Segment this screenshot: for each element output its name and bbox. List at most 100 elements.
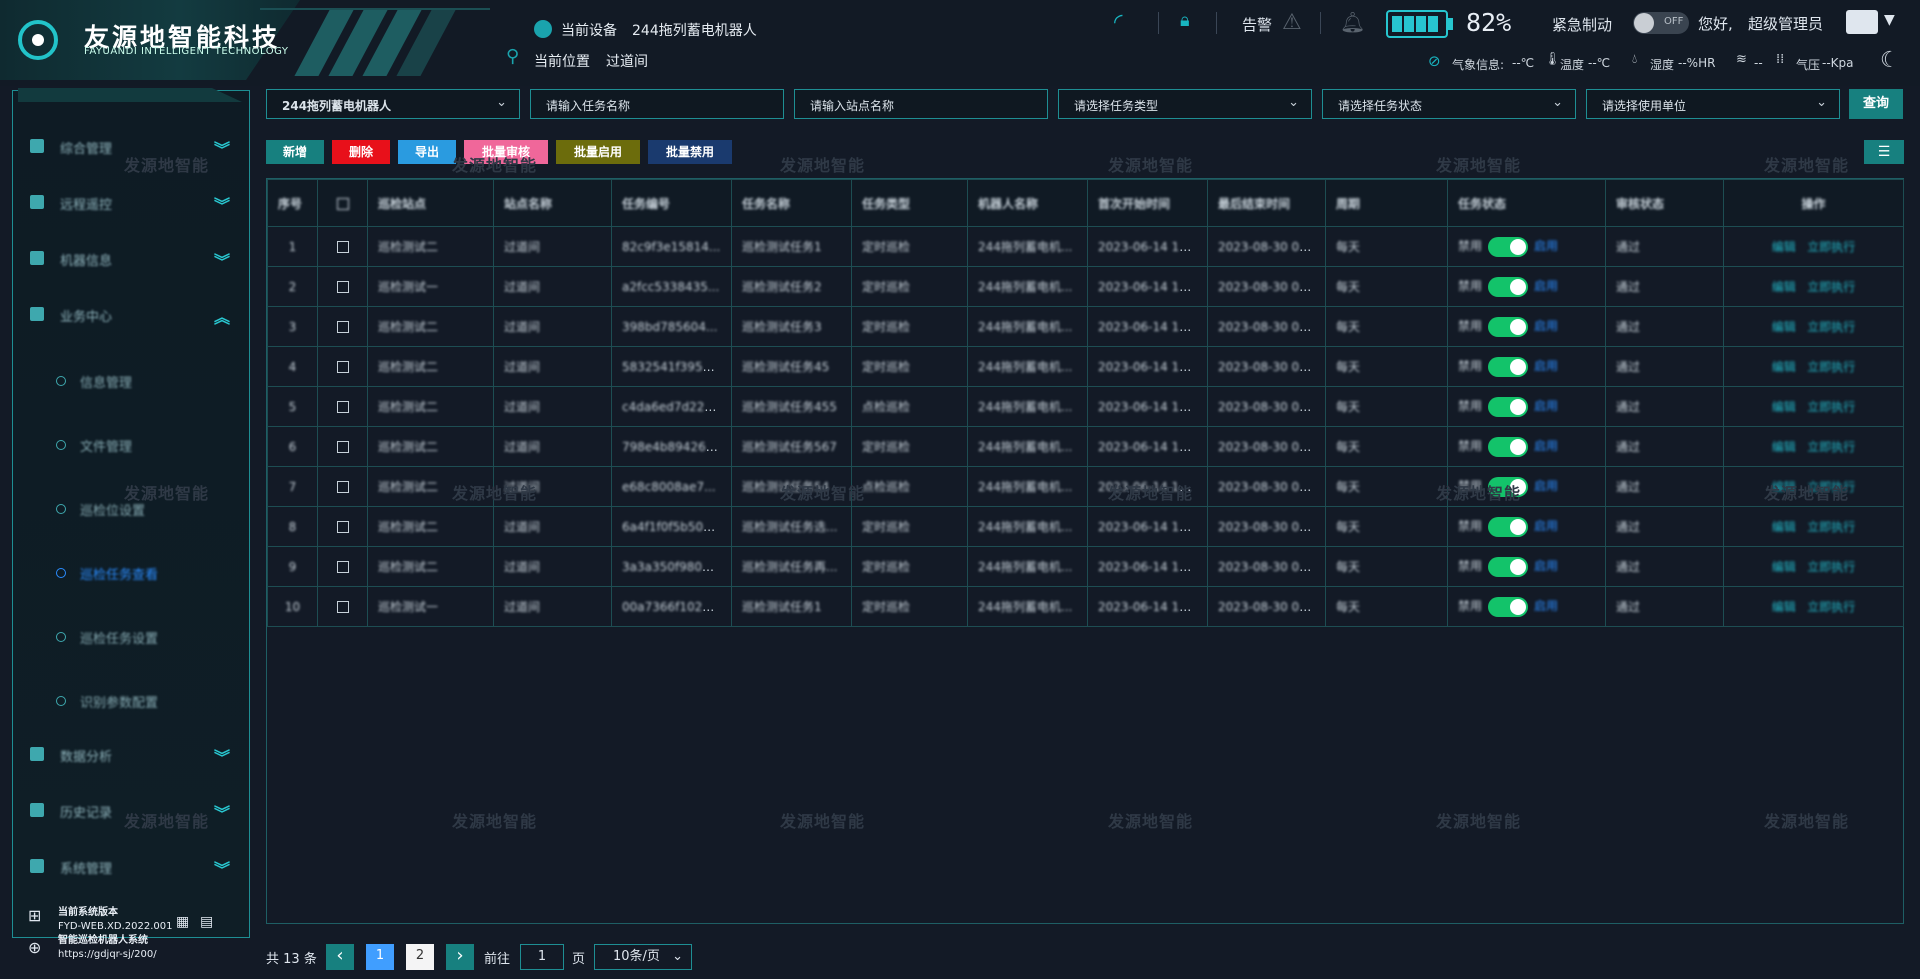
user-card-icon[interactable]: [1846, 10, 1878, 34]
goto-page-input[interactable]: 1: [520, 944, 564, 970]
page-size-select[interactable]: 10条/页 ⌄: [594, 944, 692, 970]
enable-label: 启用: [1534, 559, 1559, 573]
grid-view-icon[interactable]: ▦: [176, 914, 189, 930]
site-name-input[interactable]: 请输入站点名称: [794, 89, 1048, 119]
status-switch[interactable]: [1488, 396, 1529, 417]
run-now-link[interactable]: 立即执行: [1807, 440, 1855, 454]
row-checkbox[interactable]: [317, 346, 368, 387]
select-all-checkbox[interactable]: [317, 179, 368, 227]
row-checkbox[interactable]: [317, 226, 368, 267]
status-switch[interactable]: [1488, 436, 1529, 457]
enable-label: 启用: [1534, 319, 1559, 333]
edit-link[interactable]: 编辑: [1772, 600, 1796, 614]
export-button[interactable]: 导出: [398, 140, 456, 164]
row-checkbox[interactable]: [317, 266, 368, 307]
list-icon[interactable]: ☰: [1864, 140, 1904, 164]
row-checkbox[interactable]: [317, 466, 368, 507]
bullet-icon: [56, 440, 66, 450]
sidebar-subitem[interactable]: 巡检任务设置: [56, 626, 236, 648]
edit-link[interactable]: 编辑: [1772, 360, 1796, 374]
system-url[interactable]: https://gdjqr-sj/200/: [58, 948, 172, 962]
next-page-button[interactable]: ›: [446, 944, 474, 970]
row-checkbox[interactable]: [317, 586, 368, 627]
run-now-link[interactable]: 立即执行: [1807, 240, 1855, 254]
status-switch[interactable]: [1488, 596, 1529, 617]
chevron-down-icon[interactable]: ▼: [1884, 12, 1895, 28]
row-checkbox[interactable]: [317, 546, 368, 587]
row-checkbox[interactable]: [317, 386, 368, 427]
edit-link[interactable]: 编辑: [1772, 240, 1796, 254]
disable-label: 禁用: [1458, 439, 1483, 453]
sidebar-subitem[interactable]: 文件管理: [56, 434, 236, 456]
edit-link[interactable]: 编辑: [1772, 520, 1796, 534]
row-checkbox[interactable]: [317, 426, 368, 467]
task-type-select[interactable]: 请选择任务类型 ⌄: [1058, 89, 1312, 119]
status-switch[interactable]: [1488, 516, 1529, 537]
task-status-select[interactable]: 请选择任务状态 ⌄: [1322, 89, 1576, 119]
run-now-link[interactable]: 立即执行: [1807, 520, 1855, 534]
status-switch[interactable]: [1488, 316, 1529, 337]
chevron-down-icon: ︾: [213, 804, 230, 823]
cell-actions: 编辑 立即执行: [1723, 306, 1904, 347]
edit-link[interactable]: 编辑: [1772, 320, 1796, 334]
logo-subtitle: FAYUANDI INTELLIGENT TECHNOLOGY: [84, 46, 289, 57]
warning-icon[interactable]: ⚠: [1282, 10, 1302, 35]
company-logo-icon: [18, 20, 58, 60]
batch-disable-button[interactable]: 批量禁用: [648, 140, 732, 164]
edit-link[interactable]: 编辑: [1772, 440, 1796, 454]
run-now-link[interactable]: 立即执行: [1807, 400, 1855, 414]
sidebar-item-system[interactable]: 系统管理 ︾: [30, 856, 230, 879]
sidebar-subitem-active[interactable]: 巡检任务查看: [56, 562, 236, 584]
watermark-text: 发源地智能: [124, 156, 210, 175]
run-now-link[interactable]: 立即执行: [1807, 560, 1855, 574]
version-value: FYD-WEB.XD.2022.001: [58, 921, 173, 932]
watermark-text: 发源地智能: [780, 156, 866, 175]
batch-enable-button[interactable]: 批量启用: [556, 140, 640, 164]
bell-icon[interactable]: 🔔︎: [1340, 10, 1365, 34]
sidebar-item-data-analysis[interactable]: 数据分析 ︾: [30, 744, 230, 767]
row-checkbox[interactable]: [317, 506, 368, 547]
edit-link[interactable]: 编辑: [1772, 560, 1796, 574]
row-checkbox[interactable]: [317, 306, 368, 347]
cell-actions: 编辑 立即执行: [1723, 226, 1904, 267]
cell-type: 定时巡检: [851, 546, 968, 587]
document-icon[interactable]: ▤: [200, 914, 213, 930]
prev-page-button[interactable]: ‹: [326, 944, 354, 970]
page-button[interactable]: 2: [406, 944, 434, 970]
status-switch[interactable]: [1488, 356, 1529, 377]
unit-select[interactable]: 请选择使用单位 ⌄: [1586, 89, 1840, 119]
sidebar-item-business-center[interactable]: 业务中心 ︽: [30, 304, 230, 327]
status-switch[interactable]: [1488, 556, 1529, 577]
cell-code: 82c9f3e15814...: [611, 226, 732, 267]
moon-icon[interactable]: ☾: [1880, 48, 1900, 73]
robot-select[interactable]: 244拖列蓄电机器人 ⌄: [266, 89, 520, 119]
cell-code: 398bd785604...: [611, 306, 732, 347]
sidebar-item-label: 历史记录: [60, 806, 113, 821]
run-now-link[interactable]: 立即执行: [1807, 600, 1855, 614]
chevron-down-icon: ⌄: [1288, 95, 1299, 110]
total-suffix: 条: [303, 952, 317, 967]
run-now-link[interactable]: 立即执行: [1807, 320, 1855, 334]
query-button[interactable]: 查询: [1849, 89, 1903, 119]
edit-link[interactable]: 编辑: [1772, 400, 1796, 414]
battery-cell: [1428, 16, 1438, 32]
sidebar-item-remote-control[interactable]: 远程遥控 ︾: [30, 192, 230, 215]
run-now-link[interactable]: 立即执行: [1807, 280, 1855, 294]
cell-actions: 编辑 立即执行: [1723, 506, 1904, 547]
add-button[interactable]: 新增: [266, 140, 324, 164]
delete-button[interactable]: 删除: [332, 140, 390, 164]
page-button-active[interactable]: 1: [366, 944, 394, 970]
row-number: 9: [267, 546, 318, 587]
sidebar-subitem-label: 巡检任务设置: [80, 632, 159, 647]
status-switch[interactable]: [1488, 236, 1529, 257]
sidebar-subitem[interactable]: 识别参数配置: [56, 690, 236, 712]
status-switch[interactable]: [1488, 276, 1529, 297]
sidebar-item-machine-info[interactable]: 机器信息 ︾: [30, 248, 230, 271]
watermark-text: 发源地智能: [1436, 484, 1522, 503]
sidebar-subitem[interactable]: 信息管理: [56, 370, 236, 392]
task-name-input[interactable]: 请输入任务名称: [530, 89, 784, 119]
edit-link[interactable]: 编辑: [1772, 280, 1796, 294]
column-header: 巡检站点: [367, 179, 494, 227]
lock-icon[interactable]: 🔒︎: [1180, 10, 1190, 31]
run-now-link[interactable]: 立即执行: [1807, 360, 1855, 374]
